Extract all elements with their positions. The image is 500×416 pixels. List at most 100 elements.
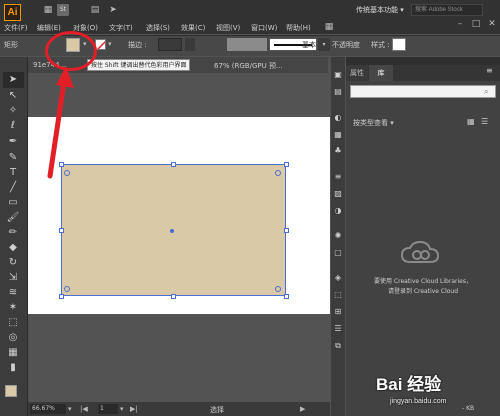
- brush-name: 基本: [302, 41, 316, 49]
- first-artboard-icon[interactable]: |◀: [80, 405, 88, 413]
- pencil-tool-icon[interactable]: ✏: [6, 226, 20, 240]
- library-size-label: - KB: [462, 405, 475, 412]
- menu-file[interactable]: 文件(F): [4, 23, 28, 33]
- chevron-down-icon[interactable]: ▾: [68, 405, 72, 413]
- opacity-label[interactable]: 不透明度: [332, 40, 360, 50]
- menu-effect[interactable]: 效果(C): [181, 23, 205, 33]
- scale-tool-icon[interactable]: ⇲: [6, 271, 20, 285]
- stroke-label: 描边 :: [128, 41, 147, 49]
- libraries-panel: [346, 57, 500, 416]
- artboards-panel-icon[interactable]: ⬚: [331, 289, 345, 301]
- type-tool-icon[interactable]: T: [6, 166, 20, 180]
- menu-view[interactable]: 视图(V): [216, 23, 240, 33]
- libraries-login-link[interactable]: 请登录到 Creative Cloud: [346, 286, 500, 295]
- search-icon[interactable]: ⌕: [484, 85, 488, 98]
- mesh-tool-icon[interactable]: ▦: [6, 346, 20, 360]
- resize-handle[interactable]: [59, 294, 64, 299]
- swatches-panel-icon[interactable]: ▦: [331, 129, 345, 141]
- library-search-input[interactable]: [350, 85, 496, 98]
- corner-widget[interactable]: [275, 286, 281, 292]
- variable-width-profile[interactable]: [227, 38, 267, 51]
- menu-edit[interactable]: 编辑(E): [37, 23, 61, 33]
- shape-builder-icon[interactable]: ◎: [6, 331, 20, 345]
- baidu-watermark: Bai 经验: [376, 375, 442, 394]
- panel-menu-icon[interactable]: ≡: [486, 66, 493, 75]
- view-by-type-dropdown[interactable]: 按类型查看 ▾: [353, 118, 394, 128]
- menu-window[interactable]: 窗口(W): [251, 23, 277, 33]
- tab-libraries[interactable]: 库: [369, 65, 393, 81]
- libraries-panel-icon[interactable]: ▤: [331, 86, 345, 98]
- free-transform-icon[interactable]: ⬚: [6, 316, 20, 330]
- symbols-panel-icon[interactable]: ♣: [331, 145, 345, 157]
- resize-handle[interactable]: [284, 228, 289, 233]
- line-tool-icon[interactable]: ╱: [6, 181, 20, 195]
- gradient-panel-icon[interactable]: ▨: [331, 188, 345, 200]
- libraries-login-message: 要使用 Creative Cloud Libraries，: [374, 278, 472, 285]
- send-icon[interactable]: ➤: [106, 4, 120, 16]
- graphic-styles-icon[interactable]: ▢: [331, 247, 345, 259]
- tab-properties[interactable]: 属性: [346, 65, 368, 81]
- list-view-icon[interactable]: ☰: [481, 117, 488, 126]
- pathfinder-panel-icon[interactable]: ⧉: [331, 340, 345, 352]
- workspace-switcher[interactable]: 传统基本功能 ▾: [356, 5, 404, 15]
- zoom-level-field[interactable]: 66.67%: [30, 404, 66, 414]
- maximize-icon[interactable]: □: [471, 19, 481, 29]
- transparency-panel-icon[interactable]: ◑: [331, 205, 345, 217]
- center-point: [170, 229, 174, 233]
- curvature-tool-icon[interactable]: ✎: [6, 151, 20, 165]
- chevron-down-icon[interactable]: ▾: [318, 38, 330, 51]
- resize-handle[interactable]: [59, 228, 64, 233]
- chevron-down-icon[interactable]: ▾: [108, 40, 112, 48]
- resize-handle[interactable]: [284, 162, 289, 167]
- transform-panel-icon[interactable]: ⊞: [331, 306, 345, 318]
- rotate-tool-icon[interactable]: ↻: [6, 256, 20, 270]
- next-artboard-icon[interactable]: ▶|: [130, 405, 138, 413]
- workspace-grid-icon[interactable]: ▦: [322, 21, 336, 33]
- color-panel-icon[interactable]: ◐: [331, 112, 345, 124]
- bridge-icon[interactable]: St: [57, 4, 69, 16]
- creative-cloud-icon: [400, 240, 440, 266]
- minimize-icon[interactable]: –: [455, 19, 465, 29]
- properties-panel-icon[interactable]: ▣: [331, 69, 345, 81]
- stroke-panel-icon[interactable]: ≡: [331, 171, 345, 183]
- corner-widget[interactable]: [275, 170, 281, 176]
- menu-select[interactable]: 选择(S): [146, 23, 170, 33]
- appearance-panel-icon[interactable]: ✺: [331, 230, 345, 242]
- status-bar: [28, 402, 330, 416]
- toolbar-fill-swatch[interactable]: [5, 385, 17, 397]
- direct-selection-tool-icon[interactable]: ↖: [6, 89, 20, 103]
- graphic-style-swatch[interactable]: [392, 38, 406, 51]
- document-tab-info: 67% (RGB/GPU 预...: [214, 62, 283, 70]
- lasso-icon[interactable]: ℓ: [6, 119, 20, 133]
- status-arrow-icon[interactable]: ▶: [300, 405, 305, 413]
- stock-search-input[interactable]: 搜索 Adobe Stock: [411, 4, 483, 16]
- grid-layout-icon[interactable]: ▦: [41, 4, 55, 16]
- align-panel-icon[interactable]: ☰: [331, 323, 345, 335]
- warp-tool-icon[interactable]: ≋: [6, 286, 20, 300]
- artboard-number-field[interactable]: 1: [98, 404, 118, 414]
- resize-handle[interactable]: [171, 162, 176, 167]
- stroke-weight-input[interactable]: [158, 38, 182, 51]
- gradient-tool-icon[interactable]: ▮: [6, 361, 20, 375]
- corner-widget[interactable]: [64, 286, 70, 292]
- panel-header: [346, 57, 500, 65]
- paintbrush-icon[interactable]: 🖌: [6, 211, 20, 225]
- close-icon[interactable]: ✕: [487, 19, 497, 29]
- pen-tool-icon[interactable]: ✒: [6, 135, 20, 149]
- status-mode: 选择: [210, 406, 224, 414]
- selection-tool-icon[interactable]: ➤: [6, 73, 20, 87]
- menu-type[interactable]: 文字(T): [109, 23, 133, 33]
- resize-handle[interactable]: [284, 294, 289, 299]
- magic-wand-icon[interactable]: ✧: [6, 104, 20, 118]
- grid-view-icon[interactable]: ▦: [467, 117, 475, 126]
- layers-panel-icon[interactable]: ◈: [331, 272, 345, 284]
- menu-help[interactable]: 帮助(H): [286, 23, 311, 33]
- annotation-arrow: [47, 66, 74, 179]
- arrange-documents-icon[interactable]: ▤: [88, 4, 102, 16]
- resize-handle[interactable]: [171, 294, 176, 299]
- stroke-weight-dropdown[interactable]: [185, 38, 195, 51]
- eraser-icon[interactable]: ◆: [6, 241, 20, 255]
- rectangle-tool-icon[interactable]: ▭: [6, 196, 20, 210]
- chevron-down-icon[interactable]: ▾: [120, 405, 124, 413]
- puppet-warp-icon[interactable]: ✶: [6, 301, 20, 315]
